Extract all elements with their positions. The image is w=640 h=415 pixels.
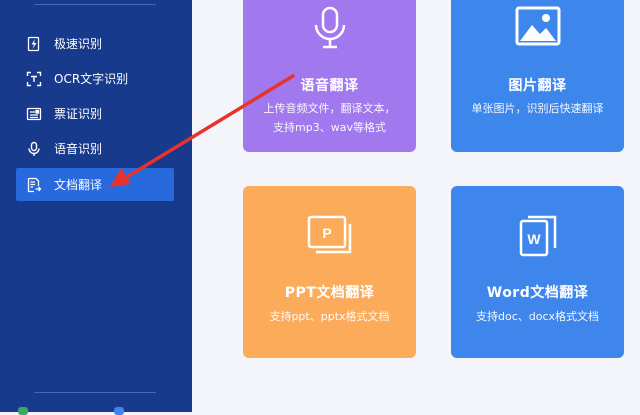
card-desc: 支持mp3、wav等格式 bbox=[273, 121, 386, 134]
card-ppt-translate[interactable]: P PPT文档翻译 支持ppt、pptx格式文档 bbox=[243, 186, 416, 358]
sidebar-item-fast-recognition[interactable]: 极速识别 bbox=[16, 27, 174, 60]
card-desc: 单张图片，识别后快速翻译 bbox=[471, 102, 604, 115]
ppt-file-icon: P bbox=[307, 215, 351, 254]
sidebar-item-label: 语音识别 bbox=[54, 142, 103, 156]
sidebar: 极速识别 OCR文字识别 票证识别 语音识别 文档翻译 bbox=[0, 0, 192, 415]
word-file-icon: W bbox=[519, 215, 556, 257]
card-title: 图片翻译 bbox=[508, 78, 567, 94]
card-speech-translate[interactable]: 语音翻译 上传音频文件，翻译文本， 支持mp3、wav等格式 bbox=[243, 0, 416, 152]
microphone-icon bbox=[26, 141, 42, 157]
status-dot bbox=[114, 407, 124, 415]
card-desc: 上传音频文件，翻译文本， bbox=[263, 102, 396, 115]
card-desc: 支持doc、docx格式文档 bbox=[475, 310, 600, 323]
ppt-file-letter: P bbox=[322, 225, 331, 241]
card-title: 语音翻译 bbox=[300, 78, 359, 94]
sidebar-item-label: 票证识别 bbox=[54, 107, 103, 121]
sidebar-item-ocr[interactable]: OCR文字识别 bbox=[16, 62, 174, 95]
microphone-icon bbox=[314, 6, 345, 49]
ticket-icon bbox=[26, 106, 42, 122]
sidebar-divider-bottom bbox=[34, 392, 156, 393]
card-word-translate[interactable]: W Word文档翻译 支持doc、docx格式文档 bbox=[451, 186, 624, 358]
card-desc: 支持ppt、pptx格式文档 bbox=[269, 310, 390, 323]
card-title: Word文档翻译 bbox=[486, 285, 589, 301]
word-file-letter: W bbox=[527, 231, 541, 247]
sidebar-divider-top bbox=[34, 4, 156, 5]
sidebar-item-label: 极速识别 bbox=[54, 37, 103, 51]
sidebar-item-label: OCR文字识别 bbox=[54, 72, 129, 86]
image-icon bbox=[515, 6, 560, 46]
sidebar-item-speech[interactable]: 语音识别 bbox=[16, 132, 174, 165]
sidebar-item-doc-translate[interactable]: 文档翻译 bbox=[16, 168, 174, 201]
card-title: PPT文档翻译 bbox=[284, 285, 375, 301]
sidebar-item-ticket[interactable]: 票证识别 bbox=[16, 97, 174, 130]
scan-frame-icon bbox=[26, 71, 42, 87]
status-dot bbox=[18, 407, 28, 415]
card-image-translate[interactable]: 图片翻译 单张图片，识别后快速翻译 bbox=[451, 0, 624, 152]
sidebar-item-label: 文档翻译 bbox=[54, 178, 103, 192]
bolt-document-icon bbox=[26, 36, 42, 52]
document-translate-icon bbox=[26, 177, 42, 193]
